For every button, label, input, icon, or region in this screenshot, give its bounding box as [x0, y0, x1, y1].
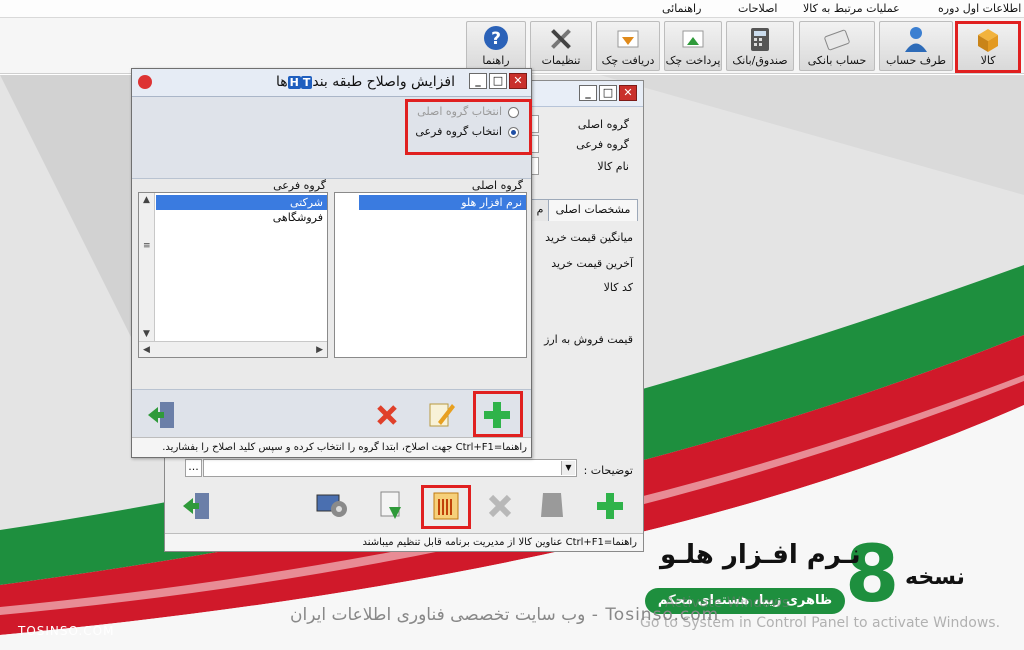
cheque-out-icon — [682, 30, 704, 48]
pencil-icon — [429, 403, 455, 427]
chevron-down-icon[interactable]: ▼ — [561, 461, 575, 475]
description-field[interactable]: ▼ — [203, 459, 577, 477]
chevron-down-icon[interactable]: ▼ — [143, 329, 150, 339]
exit-door-icon — [183, 493, 209, 519]
group-type-selector: انتخاب گروه اصلی انتخاب گروه فرعی — [132, 97, 532, 179]
settings-display-button[interactable] — [315, 489, 349, 523]
delete-icon — [488, 494, 512, 518]
svg-text:?: ? — [491, 29, 501, 49]
exit-door-icon — [148, 402, 174, 428]
more-button[interactable]: ... — [185, 459, 202, 477]
product-window-statusbar: راهنما=Ctrl+F1 عناوین کالا از مدیریت برن… — [165, 533, 643, 551]
monitor-gear-icon — [316, 494, 347, 517]
title-badge-h: H — [287, 76, 301, 89]
delete-icon — [377, 405, 397, 425]
avg-buy-price-label: میانگین قیمت خرید — [545, 231, 633, 244]
minimize-icon[interactable]: _ — [579, 85, 597, 101]
chevron-left-icon[interactable]: ◀ — [143, 345, 150, 355]
site-caption: Tosinso.com - وب سایت تخصصی فناوری اطلاع… — [290, 605, 720, 625]
dialog-statusbar: راهنما=Ctrl+F1 جهت اصلاح، ابتدا گروه را … — [132, 437, 531, 457]
description-label: توضیحات : — [583, 464, 633, 477]
toolbar-pay-cheque-button[interactable]: پرداخت چک — [664, 21, 722, 71]
close-icon[interactable]: ✕ — [619, 85, 637, 101]
maximize-icon[interactable]: □ — [599, 85, 617, 101]
card-icon — [824, 29, 850, 51]
delete-button[interactable] — [483, 489, 517, 523]
close-icon[interactable]: ✕ — [509, 73, 527, 89]
menu-bar: اطلاعات اول دوره عملیات مرتبط به کالا اص… — [0, 0, 1024, 18]
highlight-frame-barcode — [421, 485, 471, 529]
dialog-title-suffix: ها — [275, 74, 288, 90]
edit-button[interactable] — [424, 398, 458, 432]
tools-icon — [551, 29, 571, 49]
product-name-label: نام کالا — [597, 160, 629, 173]
horizontal-scrollbar[interactable]: ◀ ▶ — [139, 341, 327, 357]
highlight-frame-radio — [405, 99, 532, 155]
classification-dialog: افزایش واصلاح طبقه بندTHها ✕ □ _ انتخاب … — [131, 68, 532, 458]
highlight-frame — [955, 21, 1021, 73]
app-icon — [138, 75, 152, 89]
dialog-action-bar — [132, 389, 531, 439]
user-icon — [905, 27, 927, 52]
list-item[interactable]: نرم افزار هلو — [359, 195, 526, 210]
toolbar-receive-cheque-button[interactable]: دریافت چک — [596, 21, 660, 71]
list-item[interactable]: فروشگاهی — [156, 210, 327, 225]
chevron-up-icon[interactable]: ▲ — [143, 195, 150, 205]
scroll-thumb-icon[interactable]: ≡ — [143, 241, 151, 251]
sub-group-header: گروه فرعی — [273, 179, 326, 192]
brand-version-word: نسخه — [905, 565, 965, 590]
cheque-in-icon — [617, 30, 639, 48]
sub-group-label: گروه فرعی — [576, 138, 629, 151]
watermark: TOSINSO.COM — [18, 624, 115, 638]
exit-button[interactable] — [181, 489, 215, 523]
edit-icon — [541, 493, 563, 517]
plus-icon — [597, 493, 623, 519]
import-button[interactable] — [375, 489, 409, 523]
vertical-scrollbar[interactable]: ▲ ≡ ▼ — [139, 193, 155, 341]
tab-main-specs[interactable]: مشخصات اصلی — [548, 199, 638, 221]
calculator-icon — [751, 28, 769, 51]
menu-item-corrections[interactable]: اصلاحات — [738, 2, 777, 15]
brand-title: نـرم افـزار هلـو — [660, 540, 861, 570]
dialog-titlebar: افزایش واصلاح طبقه بندTHها ✕ □ _ — [132, 69, 531, 97]
toolbar-help-button[interactable]: ? راهنما — [466, 21, 526, 71]
toolbar-cashbox-bank-button[interactable]: صندوق/بانک — [726, 21, 794, 71]
help-icon: ? — [484, 26, 508, 50]
toolbar-bank-account-button[interactable]: حساب بانکی — [799, 21, 875, 71]
dialog-title: افزایش واصلاح طبقه بندTHها — [276, 74, 455, 90]
toolbar-account-party-button[interactable]: طرف حساب — [879, 21, 953, 71]
delete-button[interactable] — [370, 398, 404, 432]
minimize-icon[interactable]: _ — [469, 73, 487, 89]
chevron-right-icon[interactable]: ▶ — [316, 345, 323, 355]
main-group-label: گروه اصلی — [577, 118, 629, 131]
menu-item-help[interactable]: راهنمائی — [662, 2, 701, 15]
main-toolbar: کالا طرف حساب حساب بانکی صندوق/بانک پردا… — [0, 18, 1024, 74]
sell-price-label: قیمت فروش به ارز — [544, 333, 633, 346]
tab-other[interactable]: م — [531, 199, 549, 221]
maximize-icon[interactable]: □ — [489, 73, 507, 89]
exit-button[interactable] — [146, 398, 180, 432]
product-code-label: کد کالا — [603, 281, 633, 294]
sub-group-list[interactable]: ▲ ≡ ▼ شرکتی فروشگاهی ◀ ▶ — [138, 192, 328, 358]
toolbar-settings-button[interactable]: تنظیمات — [530, 21, 592, 71]
document-down-icon — [380, 491, 401, 519]
edit-button[interactable] — [535, 489, 569, 523]
last-buy-price-label: آخرین قیمت خرید — [551, 257, 633, 270]
menu-item-product-operations[interactable]: عملیات مرتبط به کالا — [803, 2, 900, 15]
add-button[interactable] — [593, 489, 627, 523]
list-item[interactable]: شرکتی — [156, 195, 327, 210]
dialog-title-prefix: افزایش واصلاح طبقه بند — [312, 74, 455, 90]
main-group-list[interactable]: نرم افزار هلو — [334, 192, 527, 358]
highlight-frame-add — [473, 391, 523, 437]
menu-item-opening-info[interactable]: اطلاعات اول دوره — [938, 2, 1021, 15]
title-badge-t: T — [300, 76, 313, 89]
main-group-header: گروه اصلی — [471, 179, 523, 192]
